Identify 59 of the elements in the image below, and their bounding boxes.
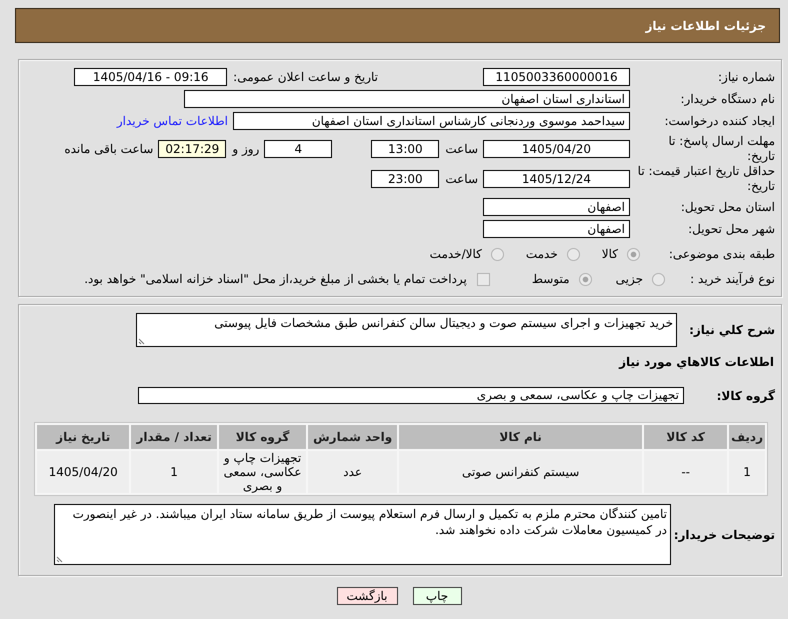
field-label: استان محل تحویل: bbox=[680, 200, 775, 214]
field-label: شهر محل تحویل: bbox=[687, 222, 775, 236]
table-cell: 1405/04/20 bbox=[37, 451, 130, 493]
requester-field[interactable]: سیداحمد موسوی وردنجانی کارشناس استانداری استان اصفهان bbox=[233, 112, 630, 130]
field-label: نام دستگاه خریدار: bbox=[680, 92, 775, 106]
validity-date-field[interactable]: 1405/12/24 bbox=[483, 170, 630, 188]
column-header: نام کالا bbox=[399, 425, 642, 449]
days-label: روز و bbox=[230, 142, 260, 156]
time-label: ساعت bbox=[444, 172, 478, 186]
remaining-label: ساعت باقی مانده bbox=[63, 142, 154, 156]
table-cell: -- bbox=[644, 451, 728, 493]
time-label: ساعت bbox=[444, 142, 478, 156]
buyer-org-field[interactable]: استانداری استان اصفهان bbox=[184, 90, 630, 108]
field-label: شماره نیاز: bbox=[717, 70, 775, 84]
checkbox-label: پرداخت تمام یا بخشی از مبلغ خرید،از محل "اسناد خزانه اسلامی" خواهد بود. bbox=[83, 272, 467, 286]
column-header: کد کالا bbox=[644, 425, 728, 449]
contact-info-link[interactable]: اطلاعات تماس خریدار bbox=[116, 114, 228, 128]
table-cell: 1 bbox=[131, 451, 217, 493]
province-field[interactable]: اصفهان bbox=[483, 198, 630, 216]
description-label: شرح کلي نياز: bbox=[688, 323, 775, 337]
table-cell: سیستم کنفرانس صوتی bbox=[399, 451, 642, 493]
option-label: کالا bbox=[602, 247, 618, 261]
column-header: گروه کالا bbox=[218, 425, 306, 449]
remaining-time-field[interactable]: 02:17:29 bbox=[158, 140, 226, 158]
print-button[interactable]: چاپ bbox=[412, 587, 462, 605]
table-cell: عدد bbox=[308, 451, 398, 493]
option-label: کالا/خدمت bbox=[430, 247, 482, 261]
field-label: حداقل تاریخ اعتبار قیمت: تا تاریخ: bbox=[636, 164, 775, 194]
field-label: ایجاد کننده درخواست: bbox=[663, 114, 775, 128]
column-header: تعداد / مقدار bbox=[131, 425, 217, 449]
section-title: اطلاعات کالاهاي مورد نياز bbox=[619, 355, 774, 370]
notes-field[interactable]: تامین کنندگان محترم ملزم به تکمیل و ارسال فرم استعلام پیوست از طریق سامانه ستاد ایران میباشند. در غیر اینصورت در کمیسیون معاملات شرکت داده نخواهند شد. bbox=[54, 504, 671, 565]
column-header: واحد شمارش bbox=[308, 425, 398, 449]
page-title: جزئیات اطلاعات نیاز bbox=[645, 18, 766, 32]
option-label: جزیی bbox=[616, 272, 643, 286]
city-field[interactable]: اصفهان bbox=[483, 220, 630, 238]
validity-time-field[interactable]: 23:00 bbox=[371, 170, 440, 188]
resize-grip-icon[interactable] bbox=[56, 554, 65, 563]
need-number-field[interactable]: 1105003360000016 bbox=[483, 68, 630, 86]
column-header: تاریخ نیاز bbox=[37, 425, 130, 449]
field-label: نوع فرآیند خرید : bbox=[689, 272, 775, 286]
field-label: تاریخ و ساعت اعلان عمومی: bbox=[232, 70, 378, 84]
back-button[interactable]: بازگشت bbox=[336, 587, 398, 605]
column-header: ردیف bbox=[729, 425, 765, 449]
deadline-time-field[interactable]: 13:00 bbox=[371, 140, 440, 158]
table-cell: 1 bbox=[729, 451, 765, 493]
deadline-date-field[interactable]: 1405/04/20 bbox=[483, 140, 630, 158]
days-field[interactable]: 4 bbox=[264, 140, 332, 158]
description-field[interactable]: خرید تجهیزات و اجرای سیستم صوت و دیجیتال سالن کنفرانس طبق مشخصات فایل پیوستی bbox=[136, 313, 677, 347]
field-label: طبقه بندی موضوعی: bbox=[668, 246, 775, 262]
field-label: مهلت ارسال پاسخ: تا تاریخ: bbox=[667, 134, 775, 164]
goods-group-label: گروه کالا: bbox=[716, 388, 775, 402]
notes-label: توضیحات خریدار: bbox=[672, 528, 775, 542]
announce-date-field[interactable]: 1405/04/16 - 09:16 bbox=[74, 68, 228, 86]
resize-grip-icon[interactable] bbox=[138, 336, 147, 345]
goods-group-field[interactable]: تجهیزات چاپ و عکاسی، سمعی و بصری bbox=[138, 387, 684, 404]
option-label: متوسط bbox=[532, 272, 570, 286]
option-label: خدمت bbox=[526, 247, 558, 261]
table-cell: تجهیزات چاپ و عکاسی، سمعی و بصری bbox=[218, 451, 306, 493]
